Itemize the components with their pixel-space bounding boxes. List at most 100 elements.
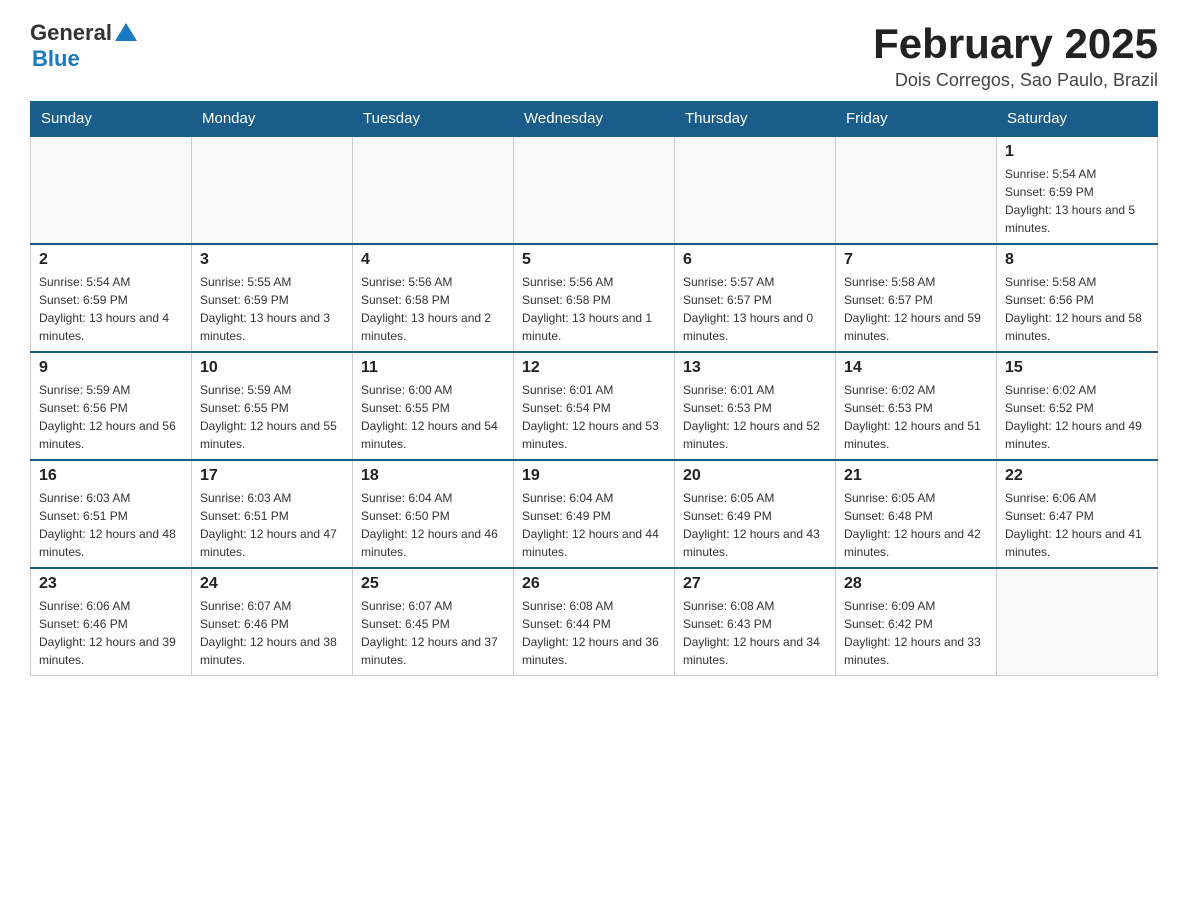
day-number: 22: [1005, 467, 1149, 485]
calendar-day-cell: [514, 136, 675, 244]
day-number: 18: [361, 467, 505, 485]
day-info: Sunrise: 6:01 AM Sunset: 6:54 PM Dayligh…: [522, 381, 666, 453]
calendar-day-cell: 7 Sunrise: 5:58 AM Sunset: 6:57 PM Daylig…: [836, 244, 997, 352]
day-number: 1: [1005, 143, 1149, 161]
logo-triangle-icon: [115, 21, 137, 43]
day-number: 27: [683, 575, 827, 593]
day-number: 11: [361, 359, 505, 377]
day-info: Sunrise: 5:54 AM Sunset: 6:59 PM Dayligh…: [1005, 165, 1149, 237]
calendar-day-cell: 20 Sunrise: 6:05 AM Sunset: 6:49 PM Dayli…: [675, 460, 836, 568]
day-info: Sunrise: 6:01 AM Sunset: 6:53 PM Dayligh…: [683, 381, 827, 453]
day-number: 19: [522, 467, 666, 485]
day-info: Sunrise: 6:04 AM Sunset: 6:50 PM Dayligh…: [361, 489, 505, 561]
calendar-week-row: 9 Sunrise: 5:59 AM Sunset: 6:56 PM Daylig…: [31, 352, 1158, 460]
day-info: Sunrise: 6:07 AM Sunset: 6:45 PM Dayligh…: [361, 597, 505, 669]
calendar-day-cell: 22 Sunrise: 6:06 AM Sunset: 6:47 PM Dayli…: [997, 460, 1158, 568]
day-number: 3: [200, 251, 344, 269]
day-number: 9: [39, 359, 183, 377]
day-number: 15: [1005, 359, 1149, 377]
day-number: 2: [39, 251, 183, 269]
day-number: 21: [844, 467, 988, 485]
day-info: Sunrise: 6:02 AM Sunset: 6:52 PM Dayligh…: [1005, 381, 1149, 453]
calendar-day-cell: 25 Sunrise: 6:07 AM Sunset: 6:45 PM Dayli…: [353, 568, 514, 676]
calendar-day-cell: 3 Sunrise: 5:55 AM Sunset: 6:59 PM Daylig…: [192, 244, 353, 352]
calendar-day-header: Saturday: [997, 102, 1158, 137]
page-header: General Blue February 2025 Dois Corregos…: [30, 20, 1158, 91]
calendar-day-cell: [192, 136, 353, 244]
calendar-day-cell: [675, 136, 836, 244]
day-info: Sunrise: 6:06 AM Sunset: 6:47 PM Dayligh…: [1005, 489, 1149, 561]
day-info: Sunrise: 6:04 AM Sunset: 6:49 PM Dayligh…: [522, 489, 666, 561]
day-info: Sunrise: 5:58 AM Sunset: 6:56 PM Dayligh…: [1005, 273, 1149, 345]
day-number: 6: [683, 251, 827, 269]
day-info: Sunrise: 5:56 AM Sunset: 6:58 PM Dayligh…: [361, 273, 505, 345]
day-info: Sunrise: 5:57 AM Sunset: 6:57 PM Dayligh…: [683, 273, 827, 345]
day-info: Sunrise: 6:07 AM Sunset: 6:46 PM Dayligh…: [200, 597, 344, 669]
calendar-day-cell: 27 Sunrise: 6:08 AM Sunset: 6:43 PM Dayli…: [675, 568, 836, 676]
calendar-day-cell: 26Sunrise: 6:08 AM Sunset: 6:44 PM Dayli…: [514, 568, 675, 676]
logo: General Blue: [30, 20, 137, 72]
calendar-day-cell: 15 Sunrise: 6:02 AM Sunset: 6:52 PM Dayli…: [997, 352, 1158, 460]
day-number: 5: [522, 251, 666, 269]
day-number: 7: [844, 251, 988, 269]
calendar-day-cell: 13 Sunrise: 6:01 AM Sunset: 6:53 PM Dayli…: [675, 352, 836, 460]
month-title: February 2025: [873, 20, 1158, 68]
day-number: 23: [39, 575, 183, 593]
calendar-day-cell: 9 Sunrise: 5:59 AM Sunset: 6:56 PM Daylig…: [31, 352, 192, 460]
calendar-day-cell: 18 Sunrise: 6:04 AM Sunset: 6:50 PM Dayli…: [353, 460, 514, 568]
day-number: 25: [361, 575, 505, 593]
day-info: Sunrise: 6:06 AM Sunset: 6:46 PM Dayligh…: [39, 597, 183, 669]
calendar-day-header: Wednesday: [514, 102, 675, 137]
calendar-week-row: 23 Sunrise: 6:06 AM Sunset: 6:46 PM Dayli…: [31, 568, 1158, 676]
calendar-week-row: 16Sunrise: 6:03 AM Sunset: 6:51 PM Dayli…: [31, 460, 1158, 568]
day-number: 28: [844, 575, 988, 593]
calendar-day-cell: 23 Sunrise: 6:06 AM Sunset: 6:46 PM Dayli…: [31, 568, 192, 676]
calendar-day-cell: 16Sunrise: 6:03 AM Sunset: 6:51 PM Dayli…: [31, 460, 192, 568]
day-info: Sunrise: 5:59 AM Sunset: 6:56 PM Dayligh…: [39, 381, 183, 453]
day-number: 4: [361, 251, 505, 269]
calendar-day-cell: 11 Sunrise: 6:00 AM Sunset: 6:55 PM Dayli…: [353, 352, 514, 460]
day-info: Sunrise: 6:08 AM Sunset: 6:44 PM Dayligh…: [522, 597, 666, 669]
calendar-day-header: Monday: [192, 102, 353, 137]
day-number: 16: [39, 467, 183, 485]
calendar-day-cell: [997, 568, 1158, 676]
day-info: Sunrise: 6:05 AM Sunset: 6:49 PM Dayligh…: [683, 489, 827, 561]
logo-general-text: General: [30, 20, 112, 46]
calendar-day-cell: 24Sunrise: 6:07 AM Sunset: 6:46 PM Dayli…: [192, 568, 353, 676]
calendar-day-header: Thursday: [675, 102, 836, 137]
day-number: 13: [683, 359, 827, 377]
calendar-day-cell: 5Sunrise: 5:56 AM Sunset: 6:58 PM Daylig…: [514, 244, 675, 352]
day-number: 8: [1005, 251, 1149, 269]
logo-blue-text: Blue: [32, 46, 80, 72]
day-info: Sunrise: 5:58 AM Sunset: 6:57 PM Dayligh…: [844, 273, 988, 345]
day-info: Sunrise: 6:05 AM Sunset: 6:48 PM Dayligh…: [844, 489, 988, 561]
calendar-day-cell: 8 Sunrise: 5:58 AM Sunset: 6:56 PM Daylig…: [997, 244, 1158, 352]
calendar-day-cell: 1 Sunrise: 5:54 AM Sunset: 6:59 PM Daylig…: [997, 136, 1158, 244]
calendar-day-header: Sunday: [31, 102, 192, 137]
day-info: Sunrise: 5:55 AM Sunset: 6:59 PM Dayligh…: [200, 273, 344, 345]
calendar-day-cell: 6 Sunrise: 5:57 AM Sunset: 6:57 PM Daylig…: [675, 244, 836, 352]
calendar-day-cell: 21 Sunrise: 6:05 AM Sunset: 6:48 PM Dayli…: [836, 460, 997, 568]
calendar-day-cell: [31, 136, 192, 244]
day-number: 10: [200, 359, 344, 377]
calendar-week-row: 2 Sunrise: 5:54 AM Sunset: 6:59 PM Daylig…: [31, 244, 1158, 352]
day-number: 20: [683, 467, 827, 485]
day-info: Sunrise: 5:54 AM Sunset: 6:59 PM Dayligh…: [39, 273, 183, 345]
day-info: Sunrise: 6:08 AM Sunset: 6:43 PM Dayligh…: [683, 597, 827, 669]
calendar-day-cell: 28 Sunrise: 6:09 AM Sunset: 6:42 PM Dayli…: [836, 568, 997, 676]
calendar-day-cell: [836, 136, 997, 244]
calendar-day-header: Friday: [836, 102, 997, 137]
day-info: Sunrise: 5:59 AM Sunset: 6:55 PM Dayligh…: [200, 381, 344, 453]
calendar-day-header: Tuesday: [353, 102, 514, 137]
calendar-week-row: 1 Sunrise: 5:54 AM Sunset: 6:59 PM Daylig…: [31, 136, 1158, 244]
title-section: February 2025 Dois Corregos, Sao Paulo, …: [873, 20, 1158, 91]
day-number: 14: [844, 359, 988, 377]
calendar-day-cell: 17Sunrise: 6:03 AM Sunset: 6:51 PM Dayli…: [192, 460, 353, 568]
day-info: Sunrise: 6:00 AM Sunset: 6:55 PM Dayligh…: [361, 381, 505, 453]
calendar-day-cell: 2 Sunrise: 5:54 AM Sunset: 6:59 PM Daylig…: [31, 244, 192, 352]
calendar-day-cell: 19 Sunrise: 6:04 AM Sunset: 6:49 PM Dayli…: [514, 460, 675, 568]
day-number: 12: [522, 359, 666, 377]
calendar-day-cell: 10 Sunrise: 5:59 AM Sunset: 6:55 PM Dayli…: [192, 352, 353, 460]
calendar-table: SundayMondayTuesdayWednesdayThursdayFrid…: [30, 101, 1158, 676]
day-info: Sunrise: 6:09 AM Sunset: 6:42 PM Dayligh…: [844, 597, 988, 669]
